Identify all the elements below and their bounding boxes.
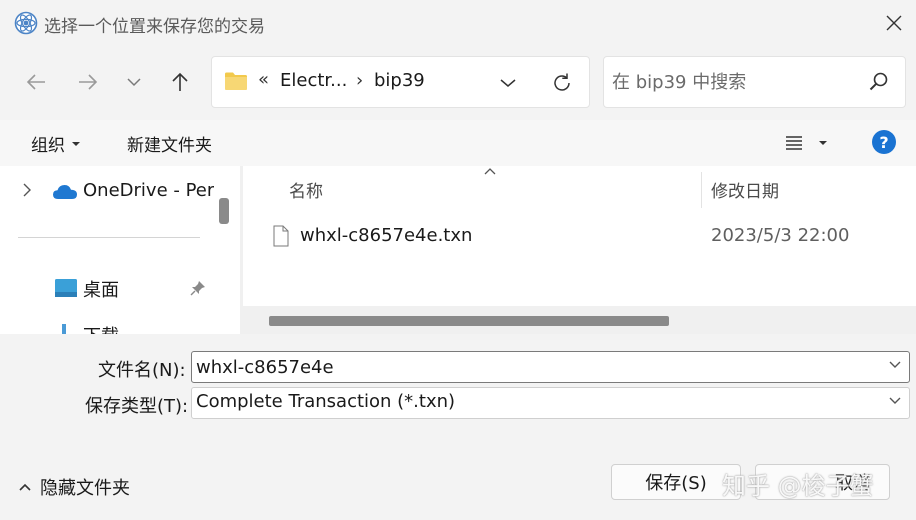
file-list: 名称 修改日期 whxl-c8657e4e.txn 2023/5/3 22:00 bbox=[243, 166, 916, 334]
save-button[interactable]: 保存(S) bbox=[611, 464, 741, 500]
refresh-button[interactable] bbox=[548, 69, 576, 97]
filetype-select[interactable]: Complete Transaction (*.txn) bbox=[191, 387, 910, 419]
command-bar: 组织 新建文件夹 ? bbox=[0, 120, 916, 166]
chevron-down-icon[interactable] bbox=[888, 360, 902, 370]
back-button[interactable] bbox=[18, 64, 54, 100]
close-icon bbox=[886, 15, 902, 31]
recent-locations-button[interactable] bbox=[116, 64, 152, 100]
search-box[interactable] bbox=[603, 56, 906, 108]
view-options-button[interactable] bbox=[784, 130, 828, 156]
sort-ascending-icon bbox=[484, 168, 496, 175]
cloud-icon bbox=[53, 185, 77, 199]
breadcrumb-item[interactable]: bip39 bbox=[374, 70, 425, 91]
breadcrumb-item[interactable]: Electr... bbox=[280, 70, 347, 91]
nav-item-label: 桌面 bbox=[83, 280, 119, 301]
help-button[interactable]: ? bbox=[872, 130, 896, 154]
column-header-date[interactable]: 修改日期 bbox=[711, 177, 779, 202]
organize-label: 组织 bbox=[31, 136, 65, 156]
chevron-down-icon bbox=[500, 79, 516, 87]
nav-item-label: 下载 bbox=[83, 322, 119, 334]
filename-combobox[interactable] bbox=[191, 351, 910, 383]
file-icon bbox=[273, 225, 289, 247]
desktop-icon bbox=[55, 279, 77, 297]
search-icon[interactable] bbox=[868, 71, 890, 93]
file-date: 2023/5/3 22:00 bbox=[711, 225, 850, 246]
filename-input[interactable] bbox=[196, 354, 876, 380]
nav-divider bbox=[18, 237, 200, 238]
window-title: 选择一个位置来保存您的交易 bbox=[44, 17, 265, 37]
chevron-up-icon bbox=[19, 483, 31, 491]
filename-label: 文件名(N): bbox=[98, 360, 186, 381]
electrum-icon bbox=[14, 11, 38, 35]
pin-icon[interactable] bbox=[190, 280, 206, 296]
arrow-right-icon bbox=[79, 74, 98, 90]
organize-button[interactable]: 组织 bbox=[31, 131, 81, 156]
caret-down-icon bbox=[819, 141, 827, 145]
horizontal-scrollbar-thumb[interactable] bbox=[269, 316, 669, 326]
arrow-left-icon bbox=[26, 74, 45, 90]
cancel-button[interactable]: 取消 bbox=[755, 464, 890, 500]
chevron-down-icon bbox=[889, 397, 901, 404]
search-input[interactable] bbox=[612, 67, 862, 97]
filetype-label: 保存类型(T): bbox=[85, 396, 189, 417]
breadcrumb-overflow[interactable]: « bbox=[258, 69, 269, 90]
new-folder-button[interactable]: 新建文件夹 bbox=[127, 131, 212, 156]
forward-button[interactable] bbox=[70, 64, 106, 100]
horizontal-scrollbar[interactable] bbox=[243, 306, 916, 334]
file-name: whxl-c8657e4e.txn bbox=[300, 225, 473, 246]
hide-folders-label: 隐藏文件夹 bbox=[40, 478, 130, 499]
address-dropdown-button[interactable] bbox=[496, 71, 520, 95]
refresh-icon bbox=[554, 73, 570, 91]
nav-item-desktop[interactable]: 桌面 bbox=[0, 272, 212, 302]
chevron-right-icon[interactable] bbox=[22, 182, 32, 198]
close-button[interactable] bbox=[876, 6, 912, 40]
file-row[interactable]: whxl-c8657e4e.txn 2023/5/3 22:00 bbox=[257, 221, 916, 255]
column-separator[interactable] bbox=[701, 172, 702, 208]
title-bar: 选择一个位置来保存您的交易 bbox=[0, 0, 916, 46]
nav-item-downloads[interactable]: 下载 bbox=[0, 318, 212, 334]
nav-scrollbar[interactable] bbox=[214, 166, 234, 334]
download-icon bbox=[62, 324, 66, 334]
filetype-value: Complete Transaction (*.txn) bbox=[196, 391, 456, 412]
nav-item-label: OneDrive - Per bbox=[83, 180, 215, 201]
address-bar[interactable]: « Electr... › bip39 bbox=[211, 56, 590, 108]
nav-item-onedrive[interactable]: OneDrive - Per bbox=[0, 176, 215, 206]
navigation-pane: OneDrive - Per 桌面 下载 bbox=[0, 166, 240, 334]
hide-folders-toggle[interactable]: 隐藏文件夹 bbox=[18, 474, 130, 500]
list-view-icon bbox=[786, 136, 802, 150]
nav-scrollbar-thumb[interactable] bbox=[219, 198, 229, 224]
caret-down-icon bbox=[72, 141, 80, 146]
arrow-up-icon bbox=[172, 72, 188, 91]
chevron-down-icon bbox=[127, 78, 141, 87]
column-header-name[interactable]: 名称 bbox=[289, 177, 323, 202]
breadcrumb-separator[interactable]: › bbox=[356, 70, 363, 91]
folder-icon bbox=[225, 72, 247, 90]
up-button[interactable] bbox=[162, 64, 198, 100]
